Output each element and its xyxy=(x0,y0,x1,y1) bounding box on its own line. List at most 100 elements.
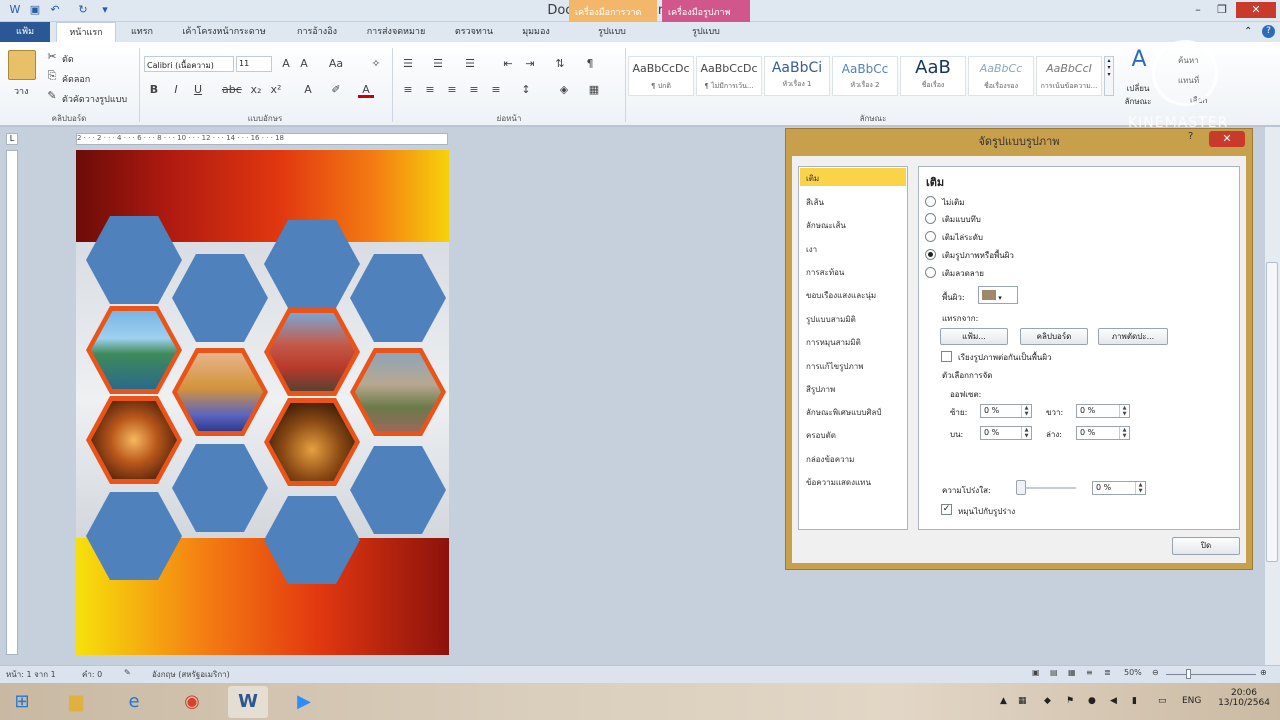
style-subtitle[interactable]: AaBbCc ชื่อเรื่องรอง xyxy=(968,56,1034,96)
radio-no-fill[interactable] xyxy=(925,196,936,207)
category-glow-soft-edges[interactable]: ขอบเรืองแสงและนุ่ม xyxy=(806,289,876,302)
font-name-select[interactable]: Calibri (เนื้อความ) xyxy=(144,56,234,72)
show-marks-icon[interactable]: ¶ xyxy=(582,56,598,72)
category-3d-rotation[interactable]: การหมุนสามมิติ xyxy=(806,336,861,349)
transparency-slider-thumb[interactable] xyxy=(1016,480,1026,495)
zoom-slider[interactable] xyxy=(1166,674,1256,675)
status-language[interactable]: อังกฤษ (สหรัฐอเมริกา) xyxy=(152,668,230,681)
offset-left-spinner[interactable]: 0 % ▲ ▼ xyxy=(980,404,1032,418)
copy-button[interactable]: คัดลอก xyxy=(62,72,90,86)
tile-checkbox[interactable] xyxy=(941,351,952,362)
view-outline-icon[interactable]: ≡ xyxy=(1086,668,1093,677)
paste-icon[interactable] xyxy=(8,50,36,80)
cut-button[interactable]: ตัด xyxy=(62,52,74,66)
zoom-out-icon[interactable]: ⊖ xyxy=(1152,668,1159,677)
sort-icon[interactable]: ⇅ xyxy=(552,56,568,72)
minimize-ribbon-icon[interactable]: ⌃ xyxy=(1244,26,1252,37)
vertical-ruler[interactable] xyxy=(6,150,18,655)
clear-format-icon[interactable]: ✧ xyxy=(368,56,384,72)
rotate-with-shape-label[interactable]: หมุนไปกับรูปร่าง xyxy=(958,505,1015,518)
category-text-box[interactable]: กล่องข้อความ xyxy=(806,453,854,466)
tab-insert[interactable]: แทรก xyxy=(120,22,164,42)
category-picture-corrections[interactable]: การแก้ไขรูปภาพ xyxy=(806,360,864,373)
tray-clock[interactable]: 20:06 13/10/2564 xyxy=(1214,688,1274,708)
align-right-icon[interactable]: ≡ xyxy=(444,82,460,98)
shrink-font-icon[interactable]: A xyxy=(296,56,312,72)
font-size-select[interactable]: 11 xyxy=(236,56,272,72)
borders-icon[interactable]: ▦ xyxy=(586,82,602,98)
tab-format-drawing[interactable]: รูปแบบ xyxy=(580,22,644,42)
rotate-with-shape-checkbox[interactable]: ✓ xyxy=(941,504,952,515)
format-painter-icon[interactable]: ✎ xyxy=(44,88,60,104)
change-styles-icon[interactable]: A xyxy=(1126,49,1152,78)
view-full-screen-icon[interactable]: ▤ xyxy=(1050,668,1058,677)
bold-icon[interactable]: B xyxy=(146,82,162,98)
tray-power-icon[interactable]: ▮ xyxy=(1132,696,1137,706)
multilevel-list-icon[interactable]: ☰ xyxy=(462,56,478,72)
offset-top-spinner[interactable]: 0 % ▲ ▼ xyxy=(980,426,1032,440)
tab-references[interactable]: การอ้างอิง xyxy=(284,22,350,42)
tray-language[interactable]: ENG xyxy=(1182,696,1201,706)
subscript-icon[interactable]: x₂ xyxy=(248,82,264,98)
horizontal-ruler[interactable]: 2 · · · 2 · · · 4 · · · 6 · · · 8 · · · … xyxy=(76,133,448,145)
radio-pattern-fill-label[interactable]: เติมลวดลาย xyxy=(942,267,984,280)
file-explorer-icon[interactable]: ▆ xyxy=(56,686,96,718)
category-picture-color[interactable]: สีรูปภาพ xyxy=(806,383,835,396)
decrease-indent-icon[interactable]: ⇤ xyxy=(500,56,516,72)
italic-icon[interactable]: I xyxy=(168,82,184,98)
underline-icon[interactable]: U xyxy=(190,82,206,98)
close-window-button[interactable]: ✕ xyxy=(1236,2,1276,18)
text-effects-icon[interactable]: A xyxy=(300,82,316,98)
shading-icon[interactable]: ◈ xyxy=(556,82,572,98)
styles-more-icon[interactable]: ▴ ▾ ▾ xyxy=(1104,56,1114,96)
category-reflection[interactable]: การสะท้อน xyxy=(806,266,844,279)
proofing-icon[interactable]: ✎ xyxy=(124,668,131,677)
superscript-icon[interactable]: x² xyxy=(268,82,284,98)
internet-explorer-icon[interactable]: e xyxy=(114,686,154,718)
radio-gradient-fill-label[interactable]: เติมไล่ระดับ xyxy=(942,231,983,244)
transparency-spinner[interactable]: 0 % ▲ ▼ xyxy=(1092,481,1146,495)
texture-picker[interactable]: ▾ xyxy=(978,286,1018,304)
insert-clipart-button[interactable]: ภาพตัดปะ... xyxy=(1098,328,1168,345)
style-title[interactable]: AaB ชื่อเรื่อง xyxy=(900,56,966,96)
align-center-icon[interactable]: ≡ xyxy=(422,82,438,98)
grow-font-icon[interactable]: A xyxy=(278,56,294,72)
distribute-icon[interactable]: ≡ xyxy=(488,82,504,98)
tray-norton-icon[interactable]: ● xyxy=(1088,696,1096,706)
justify-icon[interactable]: ≡ xyxy=(466,82,482,98)
align-left-icon[interactable]: ≡ xyxy=(400,82,416,98)
numbering-icon[interactable]: ☰ xyxy=(430,56,446,72)
zoom-app-icon[interactable]: ▶ xyxy=(284,686,324,718)
tray-keyboard-icon[interactable]: ▭ xyxy=(1158,696,1167,706)
style-normal[interactable]: AaBbCcDc ¶ ปกติ xyxy=(628,56,694,96)
chrome-icon[interactable]: ◉ xyxy=(172,686,212,718)
tray-network-icon[interactable]: ▦ xyxy=(1018,696,1027,706)
increase-indent-icon[interactable]: ⇥ xyxy=(522,56,538,72)
dialog-close-icon[interactable]: ✕ xyxy=(1209,131,1245,147)
change-case-icon[interactable]: Aa xyxy=(328,56,344,72)
zoom-in-icon[interactable]: ⊕ xyxy=(1260,668,1267,677)
insert-file-button[interactable]: แฟ้ม... xyxy=(940,328,1008,345)
scrollbar-thumb[interactable] xyxy=(1266,262,1278,562)
tab-selector-icon[interactable]: L xyxy=(6,133,18,145)
category-crop[interactable]: ครอบตัด xyxy=(806,429,836,442)
style-heading-2[interactable]: AaBbCc หัวเรื่อง 2 xyxy=(832,56,898,96)
radio-pattern-fill[interactable] xyxy=(925,267,936,278)
tab-mailings[interactable]: การส่งจดหมาย xyxy=(356,22,436,42)
tray-arrow-icon[interactable]: ▲ xyxy=(1000,696,1007,706)
tray-volume-icon[interactable]: ◀ xyxy=(1110,696,1117,706)
insert-clipboard-button[interactable]: คลิปบอร์ด xyxy=(1020,328,1088,345)
minimize-button[interactable]: – xyxy=(1186,2,1210,18)
tile-checkbox-label[interactable]: เรียงรูปภาพต่อกันเป็นพื้นผิว xyxy=(958,351,1052,364)
view-draft-icon[interactable]: ≣ xyxy=(1104,668,1111,677)
radio-no-fill-label[interactable]: ไม่เติม xyxy=(942,196,965,209)
offset-right-spinner[interactable]: 0 % ▲ ▼ xyxy=(1076,404,1130,418)
maximize-button[interactable]: ❐ xyxy=(1210,2,1234,18)
bullets-icon[interactable]: ☰ xyxy=(400,56,416,72)
tab-review[interactable]: ตรวจทาน xyxy=(442,22,506,42)
category-artistic-effects[interactable]: ลักษณะพิเศษแบบศิลป์ xyxy=(806,406,881,419)
category-shadow[interactable]: เงา xyxy=(806,243,817,256)
style-emphasis[interactable]: AaBbCcI การเน้นข้อความ... xyxy=(1036,56,1102,96)
spinner-arrows-icon[interactable]: ▲ ▼ xyxy=(1119,427,1129,439)
document-page[interactable] xyxy=(76,150,449,655)
